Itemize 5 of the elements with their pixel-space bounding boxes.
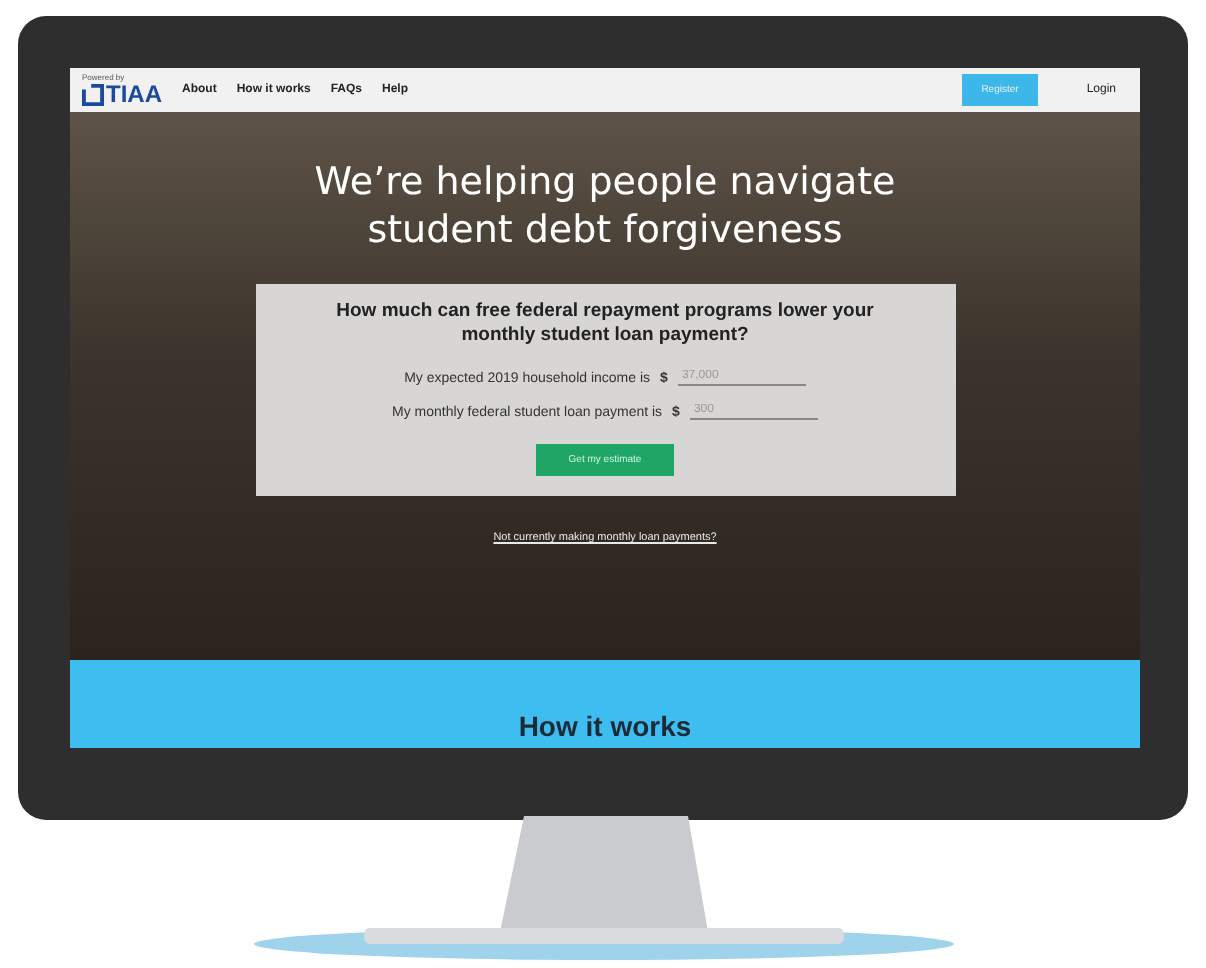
logo-icon — [82, 83, 104, 105]
card-question: How much can free federal repayment programs lower your monthly student loan payment? — [334, 299, 876, 349]
logo-text: TIAA — [106, 82, 162, 106]
hero-headline: We’re helping people navigate student debt forgiveness — [314, 160, 896, 255]
section-title: How it works — [518, 710, 692, 742]
